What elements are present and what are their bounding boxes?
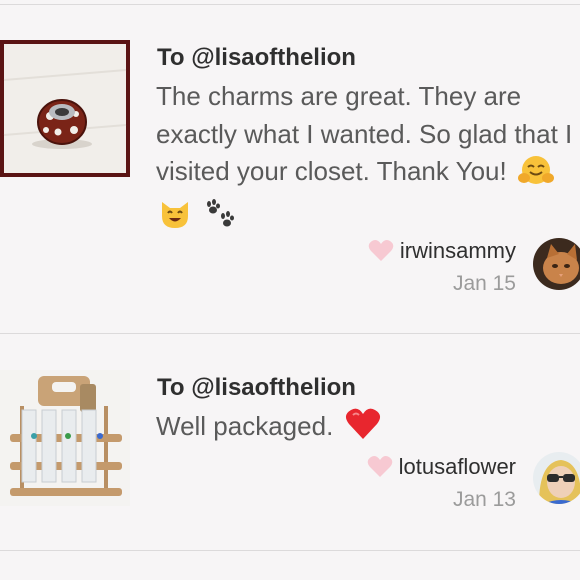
paw-prints-icon (201, 198, 237, 241)
review-date: Jan 13 (452, 488, 516, 511)
review-card: To @lisaofthelion The charms are great. … (0, 0, 580, 334)
review-recipient[interactable]: To @lisaofthelion (157, 374, 356, 402)
review-recipient[interactable]: To @lisaofthelion (157, 44, 356, 72)
review-message: Well packaged. (156, 407, 576, 452)
author-username[interactable]: lotusaflower (399, 454, 516, 480)
smiling-cat-icon (158, 198, 192, 241)
divider (0, 550, 580, 551)
review-author: lotusaflower (367, 454, 516, 480)
review-card: To @lisaofthelion Well packaged. lotusaf… (0, 334, 580, 550)
review-date: Jan 15 (452, 272, 516, 295)
review-author: irwinsammy (368, 238, 516, 264)
heart-icon[interactable] (367, 455, 393, 479)
avatar[interactable] (533, 238, 580, 290)
glass-caddy-thumbnail[interactable] (0, 370, 130, 506)
review-feed: To @lisaofthelion The charms are great. … (0, 0, 580, 580)
review-message: The charms are great. They are exactly w… (156, 78, 576, 240)
heart-icon[interactable] (368, 239, 394, 263)
author-username[interactable]: irwinsammy (400, 238, 516, 264)
review-message-text: Well packaged. (156, 411, 334, 441)
review-message-text: The charms are great. They are exactly w… (156, 81, 573, 186)
red-heart-icon (345, 407, 381, 452)
hugging-face-icon (517, 154, 554, 197)
avatar[interactable] (533, 452, 580, 504)
charm-bead-thumbnail[interactable] (0, 40, 130, 177)
